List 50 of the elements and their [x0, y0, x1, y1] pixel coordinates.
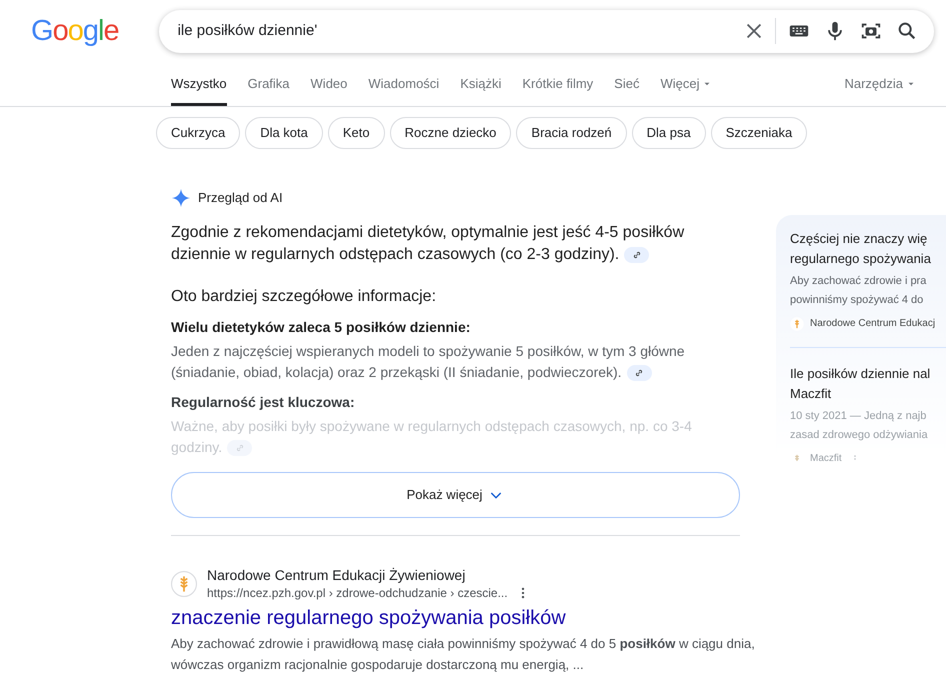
link-icon [234, 443, 245, 454]
source-title-line[interactable]: Częściej nie znaczy wię [790, 229, 946, 249]
citation-link-button[interactable] [626, 365, 652, 382]
result-snippet: Aby zachować zdrowie i prawidłową masę ciała powinniśmy spożywać 4 do 5 posiłków w ciągu dnia, wówczas organizm racjonalnie gospodaruje dostarczoną mu energią, ... [171, 635, 756, 674]
source-title-line[interactable]: Maczfit [790, 384, 946, 404]
source-title-line[interactable]: regularnego spożywania [790, 249, 946, 269]
search-tab[interactable]: Krótkie filmy [522, 61, 594, 106]
result-url: https://ncez.pzh.gov.pl › zdrowe-odchudzanie › czescie... [207, 585, 508, 602]
ai-intro-text: Oto bardziej szczegółowe informacje: [171, 287, 438, 307]
ai-section-text: Jeden z najczęściej wspieranych modeli to spożywanie 5 posiłków, w tym 3 główne (śniadanie, obiad, kolacja) oraz 2 przekąski (II śniadanie, podwieczorek). [171, 342, 686, 383]
wheat-logo-icon [171, 571, 197, 597]
search-tab[interactable]: Książki [460, 61, 502, 106]
tools-button[interactable]: Narzędzia [844, 61, 916, 106]
sparkle-icon [171, 188, 191, 208]
search-tab[interactable]: Sieć [614, 61, 640, 106]
source-title-line[interactable]: Ile posiłków dziennie nal [790, 364, 946, 384]
filter-chip[interactable]: Keto [328, 117, 385, 149]
filter-chip[interactable]: Szczeniaka [710, 117, 808, 149]
filter-chip[interactable]: Dla kota [245, 117, 323, 149]
search-field[interactable]: ile posiłków dziennie' [158, 10, 934, 52]
link-icon [632, 250, 642, 260]
result-title-link[interactable]: znaczenie regularnego spożywania posiłków [171, 605, 740, 631]
search-tab[interactable]: Wideo [310, 61, 348, 106]
source-snippet-line: 10 sty 2021 — Jedną z najb [790, 409, 928, 424]
search-tab[interactable]: Wiadomości [368, 61, 440, 106]
search-tab[interactable]: Więcej [660, 61, 712, 106]
google-logo[interactable]: Google [31, 14, 119, 48]
search-tab[interactable]: Wszystko [171, 61, 227, 106]
ai-section-heading: Wielu dietetyków zaleca 5 posiłków dziennie: [171, 318, 472, 337]
filter-chip[interactable]: Cukrzyca [156, 117, 240, 149]
site-name: Narodowe Centrum Edukacji Żywieniowej [207, 566, 466, 584]
ai-summary-text: Zgodnie z rekomendacjami dietetyków, optymalnie jest jeść 4-5 posiłków dziennie w regularnych odstępach czasowych (co 2-3 godziny). [171, 223, 686, 265]
link-icon [634, 368, 644, 378]
source-snippet-line: Aby zachować zdrowie i pra [790, 274, 928, 289]
ai-section-heading: Regularność jest kluczowa: [171, 393, 356, 412]
source-snippet-line: zasad zdrowego odżywiania [790, 428, 929, 443]
filter-chip[interactable]: Roczne dziecko [390, 117, 512, 149]
show-more-button[interactable]: Pokaż więcej [171, 472, 740, 518]
source-snippet-line: powinniśmy spożywać 4 do [790, 293, 924, 308]
search-query: ile posiłków dziennie' [178, 20, 318, 41]
search-icon[interactable] [896, 20, 918, 42]
source-name: Narodowe Centrum Edukacj [810, 317, 936, 331]
filter-chip[interactable]: Bracia rodzeń [516, 117, 627, 149]
ai-overview-label: Przegląd od AI [198, 189, 283, 208]
source-name: Maczfit [810, 452, 842, 461]
ai-section-text: Ważne, aby posiłki były spożywane w regularnych odstępach czasowych, np. co 3-4 godziny. [171, 417, 693, 458]
citation-link-button[interactable] [624, 246, 650, 263]
filter-chip[interactable]: Dla psa [632, 117, 706, 149]
search-tab[interactable]: Grafika [248, 61, 290, 106]
wheat-logo-icon [790, 316, 804, 330]
